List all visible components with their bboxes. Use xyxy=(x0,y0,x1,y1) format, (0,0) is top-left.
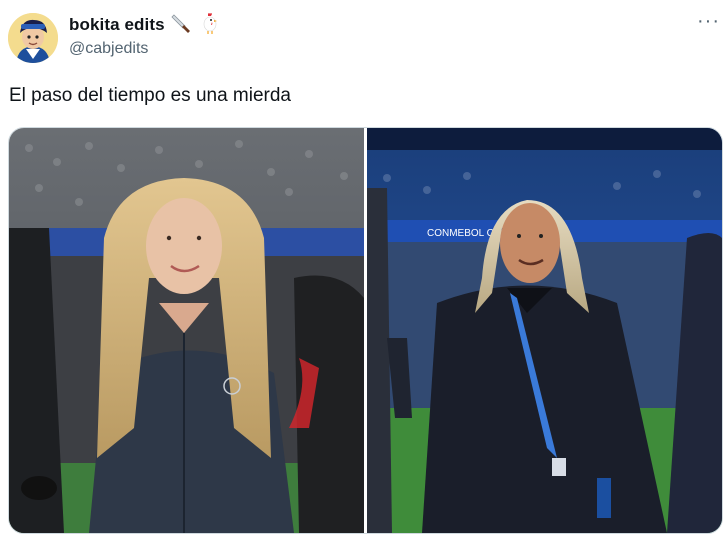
tweet-text: El paso del tiempo es una mierda xyxy=(9,85,291,106)
rooster-icon xyxy=(199,12,219,39)
older-man-stadium-photo[interactable]: CONMEBOL COPA xyxy=(367,128,722,533)
display-name[interactable]: bokita edits xyxy=(69,15,165,35)
knife-icon xyxy=(171,12,193,39)
user-handle[interactable]: @cabjedits xyxy=(69,40,219,58)
avatar[interactable] xyxy=(8,13,58,63)
tweet-media-grid: CONMEBOL COPA xyxy=(8,127,723,534)
young-woman-stadium-photo[interactable] xyxy=(9,128,364,533)
more-options-icon[interactable]: ··· xyxy=(697,10,720,33)
display-name-row: bokita edits xyxy=(69,12,219,38)
tweet-card: bokita edits @cabjedits ··· El paso del … xyxy=(0,0,728,546)
tweet-header: bokita edits @cabjedits xyxy=(69,12,219,58)
avatar-illustration xyxy=(8,13,58,63)
